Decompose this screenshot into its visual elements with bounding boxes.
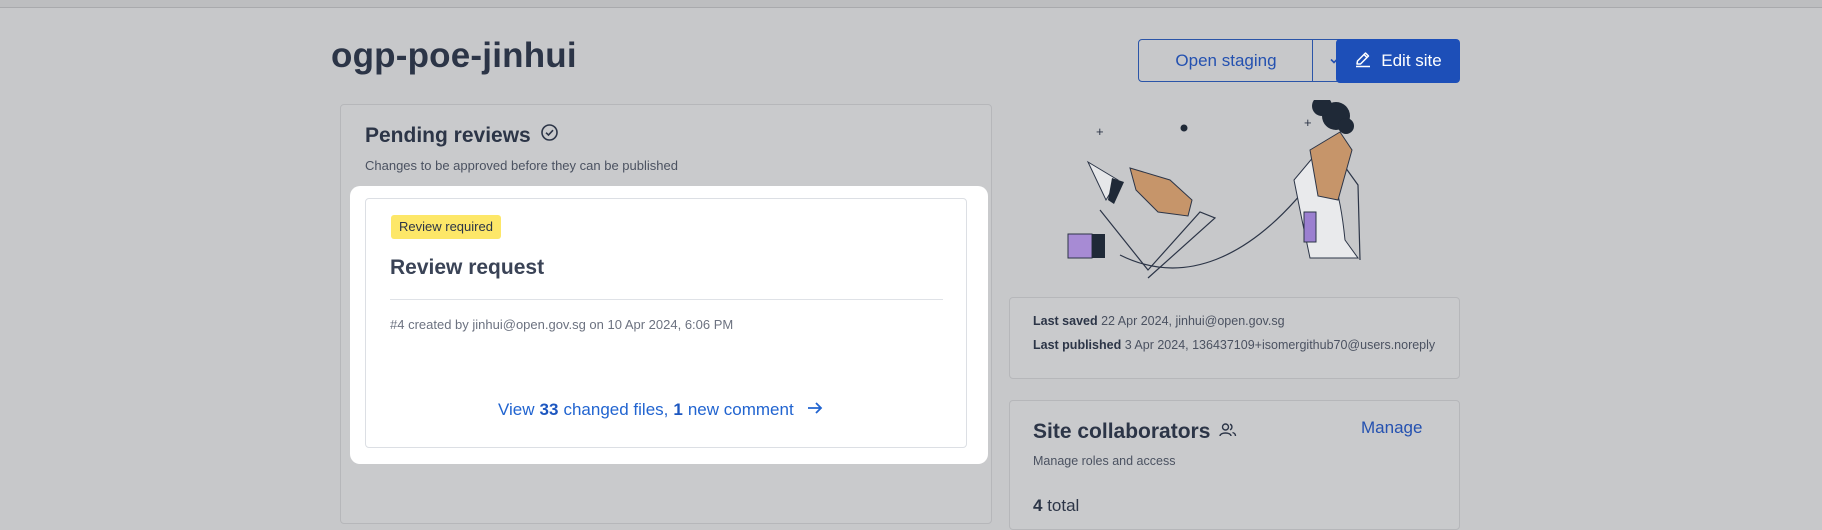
site-collaborators-title: Site collaborators: [1033, 420, 1211, 443]
pending-reviews-heading: Pending reviews: [365, 123, 559, 148]
users-icon: [1219, 420, 1237, 444]
pending-reviews-title: Pending reviews: [365, 123, 531, 147]
svg-text:+: +: [1304, 115, 1312, 130]
comment-text: new comment: [687, 400, 794, 419]
review-request-title: Review request: [390, 256, 545, 279]
last-saved-label: Last saved: [1033, 314, 1098, 328]
review-request-meta: #4 created by jinhui@open.gov.sg on 10 A…: [390, 317, 734, 332]
edit-site-label: Edit site: [1381, 51, 1442, 70]
pencil-icon: [1354, 50, 1372, 73]
card-divider: [390, 299, 943, 300]
collaborators-total: 4 total: [1033, 496, 1079, 516]
arrow-right-icon: [807, 400, 823, 420]
svg-text:+: +: [1096, 124, 1104, 139]
manage-collaborators-link[interactable]: Manage: [1361, 418, 1422, 438]
open-staging-button[interactable]: Open staging: [1138, 39, 1314, 82]
window-top-edge: [0, 0, 1822, 8]
person-illustration: + +: [1040, 96, 1440, 298]
pending-reviews-subtitle: Changes to be approved before they can b…: [365, 158, 678, 173]
last-published-label: Last published: [1033, 338, 1122, 352]
edit-site-button[interactable]: Edit site: [1336, 39, 1460, 83]
link-prefix: View: [498, 400, 535, 419]
changed-files-count: 33: [539, 400, 559, 419]
check-circle-icon: [540, 123, 559, 148]
last-published-value: 3 Apr 2024, 136437109+isomergithub70@use…: [1124, 338, 1435, 352]
site-collaborators-heading: Site collaborators: [1033, 420, 1237, 444]
review-required-badge: Review required: [391, 215, 501, 239]
site-collaborators-subtitle: Manage roles and access: [1033, 454, 1176, 468]
last-saved-row: Last saved 22 Apr 2024, jinhui@open.gov.…: [1033, 314, 1435, 328]
collaborators-total-count: 4: [1033, 496, 1043, 515]
changed-files-text: changed files,: [563, 400, 669, 419]
last-published-row: Last published 3 Apr 2024, 136437109+iso…: [1033, 338, 1435, 352]
view-changes-link[interactable]: View 33 changed files, 1 new comment: [498, 400, 823, 420]
page-title: ogp-poe-jinhui: [331, 36, 577, 75]
last-saved-value: 22 Apr 2024, jinhui@open.gov.sg: [1101, 314, 1285, 328]
collaborators-total-label: total: [1047, 496, 1080, 515]
comment-count: 1: [673, 400, 683, 419]
